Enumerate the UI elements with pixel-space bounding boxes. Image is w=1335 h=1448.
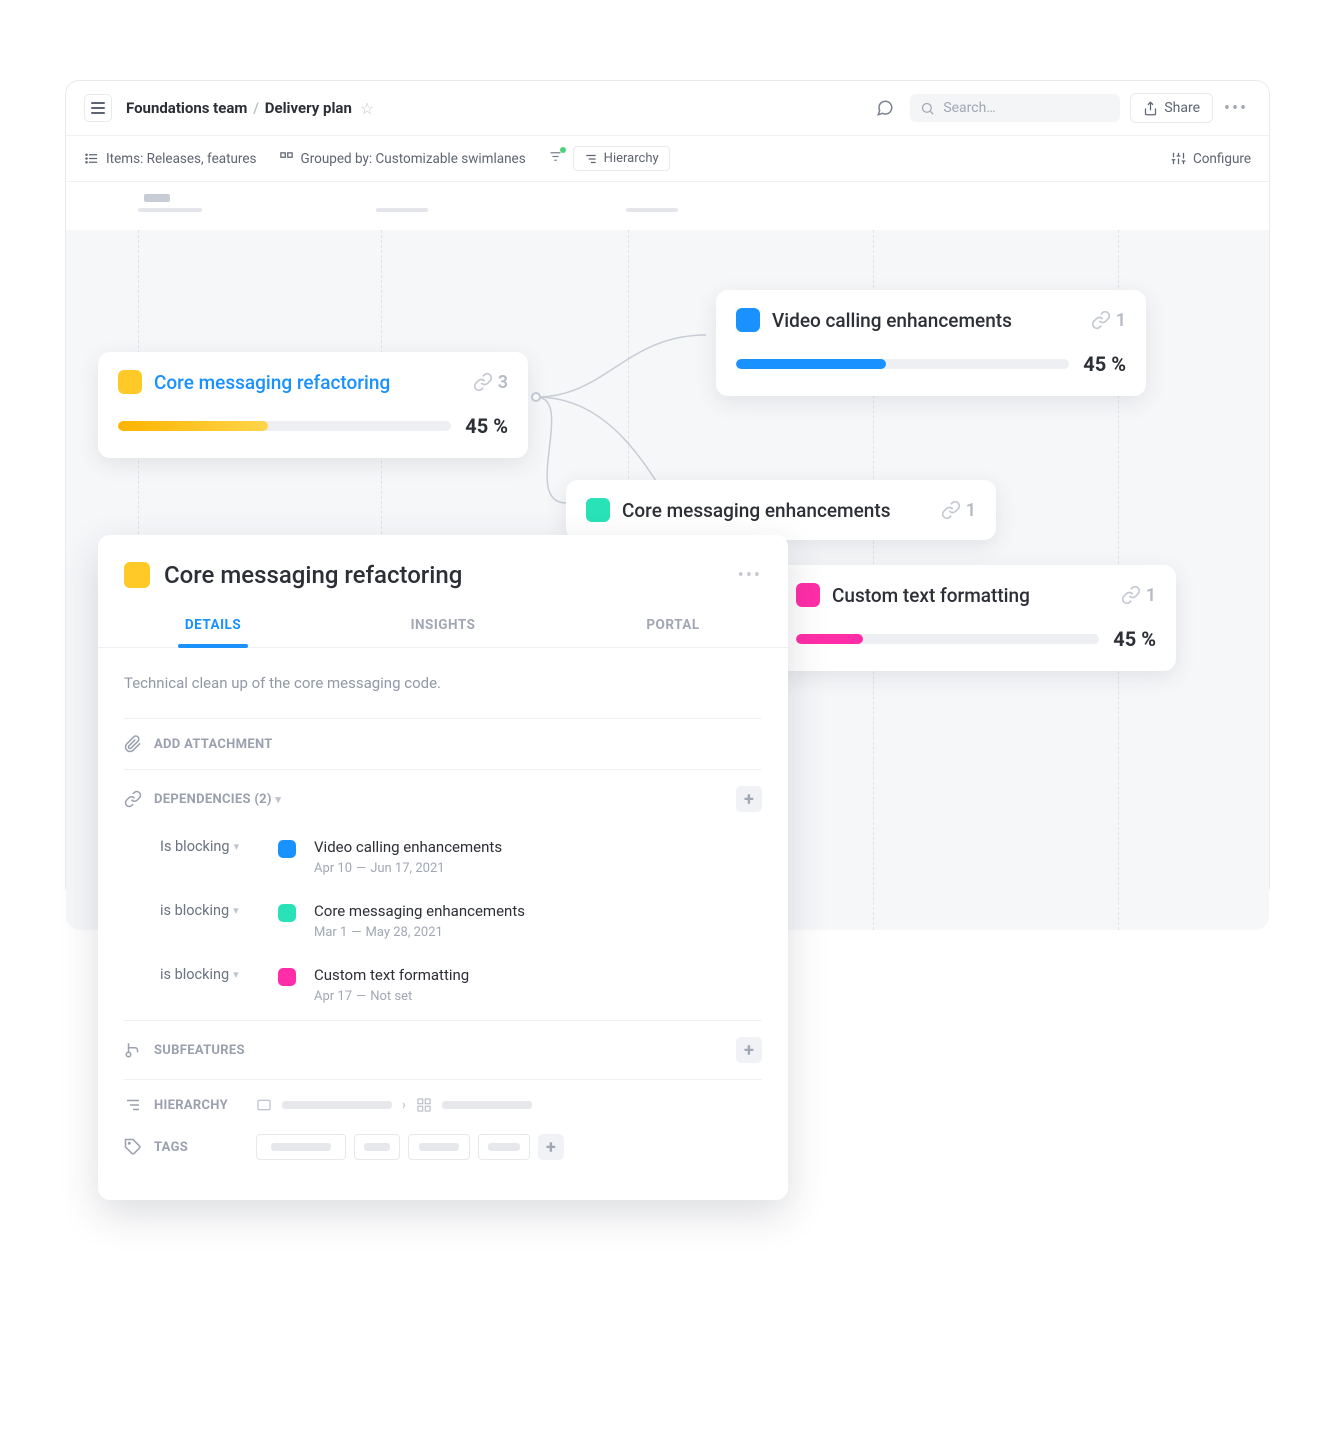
- dependency-count[interactable]: 3: [473, 372, 508, 393]
- add-attachment-row[interactable]: ADD ATTACHMENT: [124, 718, 762, 769]
- card-color-chip: [586, 498, 610, 522]
- dependencies-section[interactable]: DEPENDENCIES (2) ▾ +: [124, 769, 762, 828]
- dep-color-chip: [278, 840, 296, 858]
- card-color-chip: [118, 370, 142, 394]
- app-window: Foundations team / Delivery plan ☆ Searc…: [65, 80, 1270, 900]
- filter-button[interactable]: [548, 149, 563, 168]
- tag-placeholder[interactable]: [478, 1134, 530, 1160]
- link-icon: [1091, 310, 1111, 330]
- paperclip-icon: [124, 735, 142, 753]
- progress-bar: [796, 634, 1099, 644]
- breadcrumb-team: Foundations team: [126, 99, 247, 117]
- link-icon: [124, 790, 142, 808]
- hierarchy-button[interactable]: Hierarchy: [573, 146, 670, 171]
- group-icon: [279, 151, 294, 166]
- tab-portal[interactable]: PORTAL: [558, 607, 788, 647]
- progress-bar: [736, 359, 1069, 369]
- tag-placeholder[interactable]: [256, 1134, 346, 1160]
- chevron-right-icon: ›: [402, 1098, 406, 1113]
- tag-placeholder[interactable]: [408, 1134, 470, 1160]
- panel-description: Technical clean up of the core messaging…: [124, 668, 762, 718]
- dependency-item[interactable]: is blocking▾ Custom text formatting Apr …: [160, 956, 762, 1020]
- chevron-down-icon[interactable]: ▾: [233, 968, 239, 981]
- chevron-down-icon[interactable]: ▾: [234, 840, 240, 853]
- share-button[interactable]: Share: [1130, 93, 1213, 123]
- filter-active-dot: [560, 147, 566, 153]
- list-icon: [84, 151, 99, 166]
- link-icon: [941, 500, 961, 520]
- group-by[interactable]: Grouped by: Customizable swimlanes: [279, 151, 526, 167]
- connector-node: [531, 392, 541, 402]
- dependency-count[interactable]: 1: [1091, 310, 1126, 331]
- add-subfeature-button[interactable]: +: [736, 1037, 762, 1063]
- tab-insights[interactable]: INSIGHTS: [328, 607, 558, 647]
- tag-placeholder[interactable]: [354, 1134, 400, 1160]
- add-dependency-button[interactable]: +: [736, 786, 762, 812]
- timeline-canvas[interactable]: Core messaging refactoring 3 45 % Video …: [66, 230, 1269, 930]
- search-placeholder: Search…: [943, 100, 995, 116]
- tab-details[interactable]: DETAILS: [98, 607, 328, 647]
- more-icon[interactable]: •••: [738, 565, 762, 586]
- card-color-chip: [736, 308, 760, 332]
- square-icon: [256, 1097, 272, 1113]
- search-input[interactable]: Search…: [910, 94, 1120, 122]
- grid-icon: [416, 1097, 432, 1113]
- panel-color-chip: [124, 562, 150, 588]
- dependency-count[interactable]: 1: [1121, 585, 1156, 606]
- configure-button[interactable]: Configure: [1171, 151, 1251, 167]
- panel-title: Core messaging refactoring: [164, 561, 724, 589]
- dep-color-chip: [278, 904, 296, 922]
- search-icon: [920, 101, 935, 116]
- breadcrumb-page: Delivery plan: [265, 99, 352, 117]
- link-icon: [473, 372, 493, 392]
- breadcrumb[interactable]: Foundations team / Delivery plan: [126, 99, 352, 117]
- share-icon: [1143, 101, 1158, 116]
- dep-color-chip: [278, 968, 296, 986]
- detail-panel: Core messaging refactoring ••• DETAILS I…: [98, 535, 788, 1200]
- items-filter[interactable]: Items: Releases, features: [84, 151, 257, 167]
- link-icon: [1121, 585, 1141, 605]
- dependency-item[interactable]: is blocking▾ Core messaging enhancements…: [160, 892, 762, 956]
- subfeature-icon: [124, 1041, 142, 1059]
- card-color-chip: [796, 583, 820, 607]
- dependency-count[interactable]: 1: [941, 500, 976, 521]
- comment-icon[interactable]: [870, 93, 900, 123]
- progress-bar: [118, 421, 451, 431]
- card-core-refactoring[interactable]: Core messaging refactoring 3 45 %: [98, 352, 528, 458]
- tag-icon: [124, 1138, 142, 1156]
- sliders-icon: [1171, 151, 1186, 166]
- chevron-down-icon: ▾: [275, 793, 281, 806]
- subfeatures-section[interactable]: SUBFEATURES +: [124, 1020, 762, 1079]
- hierarchy-icon: [584, 152, 598, 166]
- header: Foundations team / Delivery plan ☆ Searc…: [66, 81, 1269, 136]
- dependency-item[interactable]: Is blocking▾ Video calling enhancements …: [160, 828, 762, 892]
- card-core-enhancements[interactable]: Core messaging enhancements 1: [566, 480, 996, 540]
- panel-tabs: DETAILS INSIGHTS PORTAL: [98, 607, 788, 648]
- chevron-down-icon[interactable]: ▾: [233, 904, 239, 917]
- menu-icon[interactable]: [84, 94, 112, 122]
- more-icon[interactable]: •••: [1221, 93, 1251, 123]
- hierarchy-icon: [124, 1096, 142, 1114]
- hierarchy-row: HIERARCHY ›: [124, 1079, 762, 1130]
- tags-row: TAGS +: [124, 1130, 762, 1176]
- card-video-enhancements[interactable]: Video calling enhancements 1 45 %: [716, 290, 1146, 396]
- toolbar: Items: Releases, features Grouped by: Cu…: [66, 136, 1269, 182]
- dependency-list: Is blocking▾ Video calling enhancements …: [124, 828, 762, 1020]
- star-icon[interactable]: ☆: [360, 99, 374, 118]
- add-tag-button[interactable]: +: [538, 1134, 564, 1160]
- card-custom-text[interactable]: Custom text formatting 1 45 %: [776, 565, 1176, 671]
